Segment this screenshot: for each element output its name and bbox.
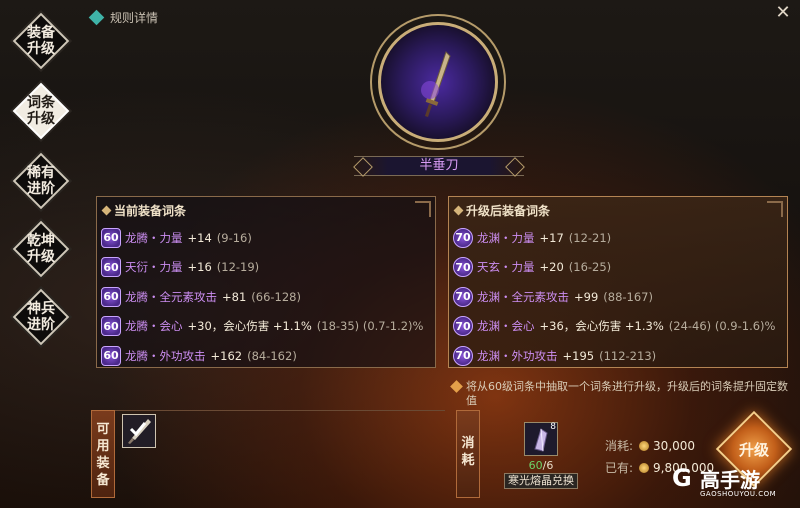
consume-label: 消耗 — [456, 410, 480, 498]
equipment-slot[interactable] — [122, 414, 156, 448]
level-badge: 70 — [453, 257, 473, 278]
affix-range: (16-25) — [568, 260, 612, 275]
upgrade-note: 将从60级词条中抽取一个词条进行升级，升级后的词条提升固定数值 — [450, 380, 792, 408]
affix-range: (88-167) — [603, 289, 653, 304]
affix-value: +16 — [187, 260, 212, 275]
affix-value: +30，会心伤害 +1.1% — [187, 319, 312, 334]
affix-row: 70 天玄・力量 +20 (16-25) — [453, 253, 783, 283]
nav-label: 稀有 进阶 — [27, 165, 55, 197]
level-badge: 60 — [101, 345, 121, 366]
affix-row: 70 龙渊・会心 +36，会心伤害 +1.3% (24-46) (0.9-1.6… — [453, 312, 783, 342]
affix-value: +99 — [574, 289, 599, 304]
close-icon[interactable]: ✕ — [774, 2, 792, 23]
question-icon — [88, 9, 105, 26]
affix-name: 龙腾・全元素攻击 — [125, 289, 217, 304]
affix-range: (24-46) (0.9-1.6)% — [668, 319, 776, 334]
affix-range: (84-162) — [247, 348, 297, 363]
panel-title: 升级后装备词条 — [453, 202, 550, 219]
corner-ornament — [415, 201, 431, 217]
affix-row: 70 龙渊・全元素攻击 +99 (88-167) — [453, 282, 783, 312]
affix-value: +195 — [562, 348, 595, 363]
item-medallion — [370, 14, 506, 150]
warning-icon — [450, 380, 463, 393]
affix-row: 60 龙腾・外功攻击 +162 (84-162) — [101, 341, 431, 371]
affix-row: 60 龙腾・力量 +14 (9-16) — [101, 223, 431, 253]
crystal-count: 60/6 — [528, 459, 554, 472]
level-badge: 60 — [101, 316, 121, 337]
affix-row: 60 天衍・力量 +16 (12-19) — [101, 253, 431, 283]
diamond-icon — [101, 205, 112, 216]
affix-name: 天玄・力量 — [477, 260, 535, 275]
available-equipment-area — [115, 410, 445, 498]
affix-value: +20 — [539, 260, 564, 275]
nav-divine-advance[interactable]: 神兵 进阶 — [12, 288, 70, 346]
affix-value: +14 — [187, 230, 212, 245]
affix-name: 龙渊・力量 — [477, 230, 535, 245]
affix-range: (12-21) — [568, 230, 612, 245]
affix-value: +81 — [222, 289, 247, 304]
nav-label: 词条 升级 — [27, 95, 55, 127]
crystal-badge: 8 — [550, 422, 556, 432]
affix-name: 龙腾・力量 — [125, 230, 183, 245]
blade-icon — [128, 419, 151, 444]
coin-icon — [639, 440, 650, 451]
affix-range: (12-19) — [216, 260, 260, 275]
affix-name: 龙腾・会心 — [125, 319, 183, 334]
nav-equip-upgrade[interactable]: 装备 升级 — [12, 12, 70, 70]
affix-name: 天衍・力量 — [125, 260, 183, 275]
affix-name: 龙渊・外功攻击 — [477, 348, 558, 363]
upgraded-affix-panel: 升级后装备词条 70 龙渊・力量 +17 (12-21) 70 天玄・力量 +2… — [448, 196, 788, 368]
affix-row: 60 龙腾・全元素攻击 +81 (66-128) — [101, 282, 431, 312]
diamond-icon — [453, 205, 464, 216]
nav-label: 神兵 进阶 — [27, 301, 55, 333]
level-badge: 70 — [453, 316, 473, 337]
level-badge: 70 — [453, 227, 473, 248]
side-nav: 装备 升级 词条 升级 稀有 进阶 乾坤 升级 神兵 进阶 — [0, 0, 84, 508]
nav-label: 乾坤 升级 — [27, 233, 55, 265]
affix-range: (9-16) — [216, 230, 252, 245]
rules-link[interactable]: 规则详情 — [88, 9, 158, 26]
nav-label: 装备 升级 — [27, 25, 55, 57]
rules-label: 规则详情 — [110, 11, 159, 25]
affix-name: 龙腾・外功攻击 — [125, 348, 206, 363]
available-equipment-label: 可用装备 — [91, 410, 115, 498]
affix-range: (66-128) — [251, 289, 301, 304]
item-name: 半垂刀 — [354, 156, 524, 176]
level-badge: 60 — [101, 227, 121, 248]
affix-name: 龙渊・全元素攻击 — [477, 289, 569, 304]
cost-row: 消耗: 30,000 — [605, 438, 696, 454]
g-logo-icon: G — [672, 464, 692, 492]
affix-value: +36，会心伤害 +1.3% — [539, 319, 664, 334]
crystal-item[interactable]: 8 — [524, 422, 558, 456]
level-badge: 60 — [101, 257, 121, 278]
nav-affix-upgrade[interactable]: 词条 升级 — [12, 82, 70, 140]
nav-qiankun-upgrade[interactable]: 乾坤 升级 — [12, 220, 70, 278]
coin-icon — [639, 462, 650, 473]
affix-row: 70 龙渊・力量 +17 (12-21) — [453, 223, 783, 253]
level-badge: 70 — [453, 345, 473, 366]
level-badge: 70 — [453, 286, 473, 307]
affix-range: (112-213) — [599, 348, 657, 363]
current-affix-panel: 当前装备词条 60 龙腾・力量 +14 (9-16) 60 天衍・力量 +16 … — [96, 196, 436, 368]
affix-value: +17 — [539, 230, 564, 245]
watermark: G 高手游 GAOSHOUYOU.COM — [672, 464, 777, 498]
panel-title: 当前装备词条 — [101, 202, 186, 219]
affix-range: (18-35) (0.7-1.2)% — [316, 319, 424, 334]
blade-icon — [421, 51, 451, 117]
affix-row: 70 龙渊・外功攻击 +195 (112-213) — [453, 341, 783, 371]
level-badge: 60 — [101, 286, 121, 307]
affix-name: 龙渊・会心 — [477, 319, 535, 334]
nav-rare-advance[interactable]: 稀有 进阶 — [12, 152, 70, 210]
crystal-exchange-button[interactable]: 寒光熔晶兑换 — [504, 473, 578, 489]
affix-value: +162 — [210, 348, 243, 363]
affix-row: 60 龙腾・会心 +30，会心伤害 +1.1% (18-35) (0.7-1.2… — [101, 312, 431, 342]
corner-ornament — [767, 201, 783, 217]
